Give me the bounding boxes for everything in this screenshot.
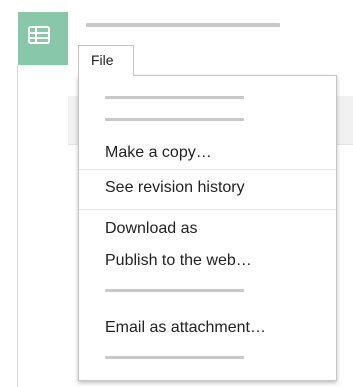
menu-separator: [79, 209, 336, 210]
make-a-copy-item[interactable]: Make a copy…: [105, 143, 212, 163]
document-title[interactable]: [86, 23, 280, 27]
see-revision-history-item[interactable]: See revision history: [105, 178, 245, 198]
dropdown-tab-join: [79, 74, 133, 77]
menu-item-placeholder[interactable]: [105, 96, 244, 99]
menu-item-placeholder[interactable]: [105, 356, 244, 359]
menu-item-placeholder[interactable]: [105, 118, 244, 121]
download-as-item[interactable]: Download as: [105, 219, 198, 239]
file-menu-label: File: [91, 52, 114, 68]
publish-to-web-item[interactable]: Publish to the web…: [105, 251, 252, 271]
menu-separator: [79, 169, 336, 170]
document-left-border: [17, 65, 18, 387]
email-as-attachment-item[interactable]: Email as attachment…: [105, 318, 266, 338]
spreadsheet-icon: [28, 26, 50, 44]
file-menu-dropdown: Make a copy… See revision history Downlo…: [78, 75, 337, 381]
menu-item-placeholder[interactable]: [105, 289, 244, 292]
app-logo[interactable]: [18, 12, 68, 65]
file-menu-tab[interactable]: File: [78, 45, 134, 76]
